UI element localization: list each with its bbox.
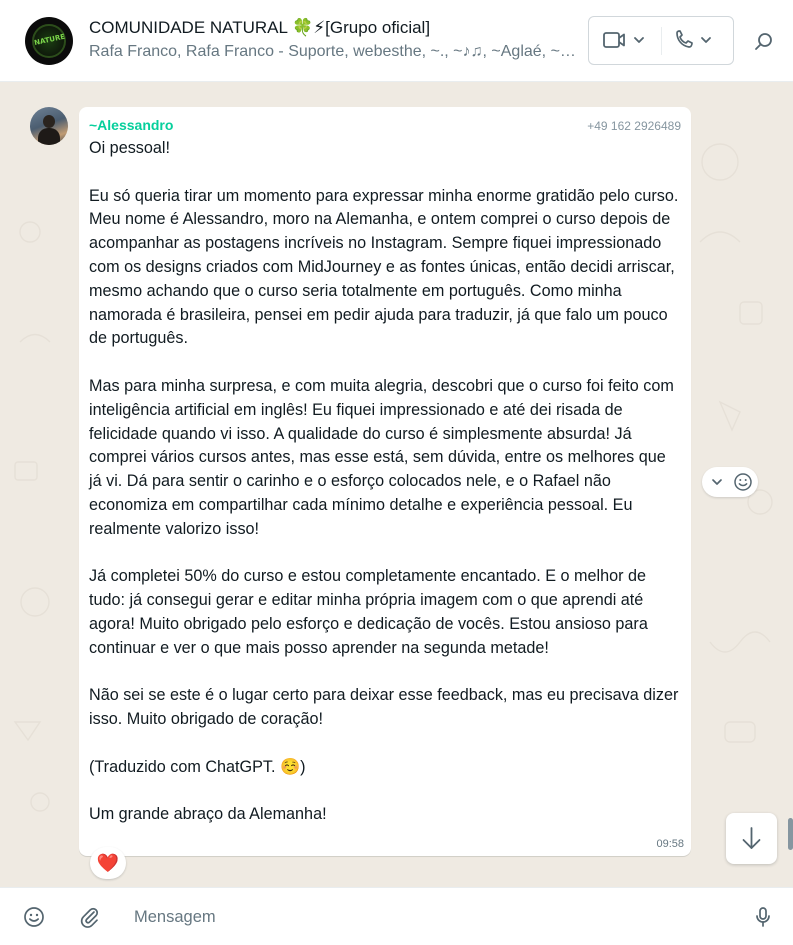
message-text: Oi pessoal! Eu só queria tirar um moment…	[89, 139, 679, 824]
smiley-icon	[734, 473, 752, 491]
message-bubble[interactable]: ~Alessandro +49 162 2926489 Oi pessoal! …	[79, 107, 691, 856]
chat-scrollbar[interactable]	[788, 818, 793, 850]
react-button[interactable]	[733, 472, 753, 492]
arrow-down-icon	[742, 827, 761, 849]
message-time: 09:58	[656, 838, 684, 850]
search-button[interactable]	[752, 30, 776, 54]
chevron-down-icon	[712, 479, 722, 485]
chat-area[interactable]: ~Alessandro +49 162 2926489 Oi pessoal! …	[0, 82, 793, 887]
heart-reaction[interactable]: ❤️	[90, 847, 126, 879]
voice-message-button[interactable]	[751, 905, 775, 929]
video-call-icon	[603, 32, 644, 48]
message-menu-button[interactable]	[709, 474, 725, 490]
message-actions	[702, 467, 758, 497]
sender-avatar[interactable]	[30, 107, 68, 145]
scroll-to-bottom-button[interactable]	[726, 813, 777, 864]
call-buttons-group	[588, 16, 734, 65]
microphone-icon	[756, 907, 770, 927]
voice-call-button[interactable]	[662, 17, 734, 64]
chat-header: NATURE COMUNIDADE NATURAL 🍀⚡[Grupo ofici…	[0, 0, 793, 82]
sender-phone: +49 162 2926489	[587, 119, 681, 133]
message-input[interactable]	[124, 900, 724, 934]
compose-bar	[0, 887, 793, 945]
avatar-person-head	[43, 115, 55, 128]
group-members[interactable]: Rafa Franco, Rafa Franco - Suporte, webe…	[89, 43, 579, 61]
attach-button[interactable]	[77, 905, 101, 929]
avatar-person-body	[38, 128, 60, 145]
video-call-button[interactable]	[589, 17, 661, 64]
sender-name[interactable]: ~Alessandro	[89, 117, 173, 133]
emoji-button[interactable]	[22, 905, 46, 929]
group-avatar[interactable]: NATURE	[25, 17, 73, 65]
emoji-icon	[24, 907, 44, 927]
paperclip-icon	[80, 907, 99, 928]
phone-call-icon	[676, 30, 711, 48]
group-title[interactable]: COMUNIDADE NATURAL 🍀⚡[Grupo oficial]	[89, 18, 430, 38]
search-icon	[755, 33, 772, 50]
